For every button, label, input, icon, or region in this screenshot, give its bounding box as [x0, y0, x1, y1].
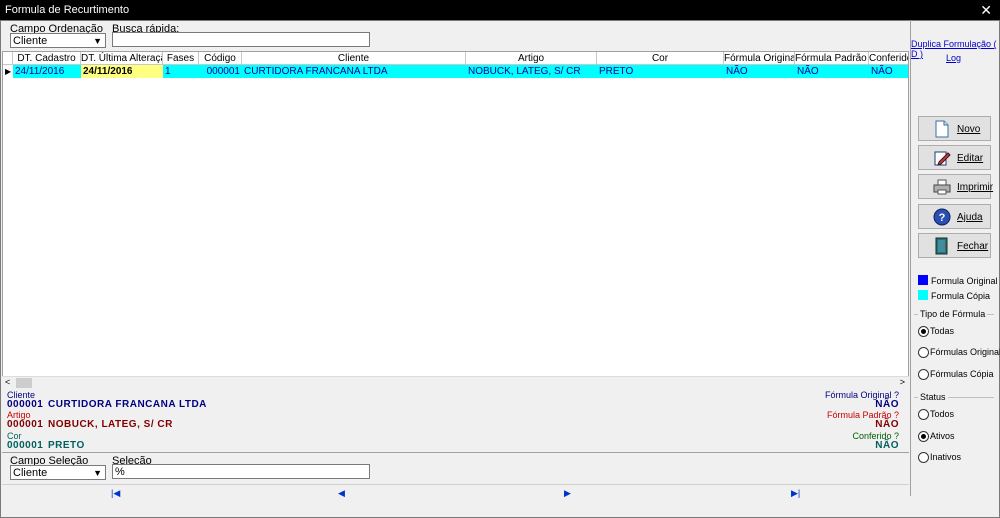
- detail-conferido-value: NÃO: [875, 440, 899, 451]
- svg-text:?: ?: [939, 212, 946, 224]
- log-link[interactable]: Log: [946, 53, 961, 63]
- order-field-select[interactable]: Cliente ▼: [10, 33, 106, 48]
- new-document-icon: [935, 120, 949, 138]
- detail-cliente-code: 000001: [7, 399, 44, 410]
- detail-formula-padrao-value: NÃO: [875, 419, 899, 430]
- ajuda-label: Ajuda: [957, 212, 983, 223]
- legend-swatch-copia: [918, 290, 928, 300]
- horizontal-scrollbar[interactable]: < >: [2, 376, 909, 389]
- novo-label: Novo: [957, 124, 981, 135]
- radio-tipo-todas-label: Todas: [930, 326, 955, 336]
- col-dt-cadastro[interactable]: DT. Cadastro: [13, 52, 81, 65]
- novo-button[interactable]: Novo: [918, 116, 991, 141]
- col-fases[interactable]: Fases: [163, 52, 199, 65]
- chevron-down-icon: ▼: [93, 468, 102, 478]
- detail-artigo-code: 000001: [7, 419, 44, 430]
- detail-cliente-name: CURTIDORA FRANCANA LTDA: [48, 399, 207, 410]
- radio-status-ativos-label: Ativos: [930, 431, 955, 441]
- prev-record-icon[interactable]: ◀: [338, 488, 345, 499]
- radio-status-todos-label: Todos: [930, 409, 955, 419]
- radio-status-inativos[interactable]: Inativos: [918, 451, 994, 463]
- radio-status-todos[interactable]: Todos: [918, 408, 994, 420]
- imprimir-button[interactable]: Imprimir: [918, 174, 994, 199]
- edit-icon: [934, 151, 951, 166]
- scroll-left-icon[interactable]: <: [5, 377, 10, 387]
- cell-fases[interactable]: 1: [163, 65, 199, 78]
- radio-icon: [918, 409, 929, 420]
- last-record-icon[interactable]: ▶|: [791, 488, 800, 499]
- detail-artigo-name: NOBUCK, LATEG, S/ CR: [48, 419, 173, 430]
- scroll-right-icon[interactable]: >: [900, 377, 905, 387]
- first-record-icon[interactable]: |◀: [111, 488, 120, 499]
- chevron-down-icon: ▼: [93, 36, 102, 46]
- radio-status-inativos-label: Inativos: [930, 452, 962, 462]
- close-icon[interactable]: ✕: [980, 2, 992, 19]
- cell-formula-original[interactable]: NÃO: [724, 65, 795, 78]
- editar-button[interactable]: Editar: [918, 145, 991, 170]
- help-icon: ?: [933, 208, 951, 226]
- radio-icon: [918, 347, 929, 358]
- col-formula-original[interactable]: Fórmula Original ?: [724, 52, 795, 65]
- fechar-label: Fechar: [957, 241, 989, 252]
- row-pointer-icon: ▶: [5, 67, 12, 76]
- col-dt-ultima[interactable]: DT. Última Alteração: [81, 52, 163, 65]
- selection-input[interactable]: %: [112, 464, 370, 479]
- col-codigo[interactable]: Código: [199, 52, 242, 65]
- col-formula-padrao[interactable]: Fórmula Padrão ?: [795, 52, 869, 65]
- legend-label-copia: Formula Cópia: [931, 291, 991, 301]
- ajuda-button[interactable]: ? Ajuda: [918, 204, 991, 229]
- detail-panel: Cliente 000001 CURTIDORA FRANCANA LTDA A…: [2, 390, 909, 453]
- record-navigator: |◀ ◀ ▶ ▶|: [2, 484, 909, 501]
- cell-cor[interactable]: PRETO: [597, 65, 724, 78]
- col-artigo[interactable]: Artigo: [466, 52, 597, 65]
- window-title: Formula de Recurtimento: [5, 4, 130, 16]
- radio-tipo-todas[interactable]: Todas: [918, 325, 994, 337]
- printer-icon: [933, 179, 951, 195]
- imprimir-label: Imprimir: [957, 182, 994, 193]
- legend-swatch-original: [918, 275, 928, 285]
- editar-label: Editar: [957, 153, 984, 164]
- radio-tipo-original-label: Fórmulas Original: [930, 347, 1000, 357]
- legend-label-original: Formula Original: [931, 276, 998, 286]
- title-bar: Formula de Recurtimento ✕: [0, 0, 1000, 20]
- detail-formula-original-value: NÃO: [875, 399, 899, 410]
- radio-icon: [918, 431, 929, 442]
- cell-dt-ultima[interactable]: 24/11/2016: [81, 65, 163, 78]
- selection-field-select[interactable]: Cliente ▼: [10, 465, 106, 480]
- col-cliente[interactable]: Cliente: [242, 52, 466, 65]
- tipo-formula-title: Tipo de Fórmula: [918, 309, 988, 319]
- cell-codigo[interactable]: 000001: [199, 65, 242, 78]
- next-record-icon[interactable]: ▶: [564, 488, 571, 499]
- order-field-value: Cliente: [13, 35, 48, 47]
- cell-artigo[interactable]: NOBUCK, LATEG, S/ CR: [466, 65, 597, 78]
- status-title: Status: [918, 392, 948, 402]
- cell-dt-cadastro[interactable]: 24/11/2016: [13, 65, 81, 78]
- scroll-thumb[interactable]: [16, 378, 32, 388]
- col-cor[interactable]: Cor: [597, 52, 724, 65]
- formula-grid: DT. Cadastro DT. Última Alteração Fases …: [2, 51, 909, 389]
- cell-formula-padrao[interactable]: NÃO: [795, 65, 869, 78]
- grid-corner: [3, 52, 13, 65]
- col-conferido[interactable]: Conferido ?: [869, 52, 908, 65]
- radio-icon: [918, 452, 929, 463]
- fechar-button[interactable]: Fechar: [918, 233, 991, 258]
- cell-conferido[interactable]: NÃO: [869, 65, 908, 78]
- detail-cor-name: PRETO: [48, 440, 85, 451]
- cell-cliente[interactable]: CURTIDORA FRANCANA LTDA: [242, 65, 466, 78]
- radio-icon: [918, 326, 929, 337]
- radio-status-ativos[interactable]: Ativos: [918, 430, 994, 442]
- radio-tipo-original[interactable]: Fórmulas Original: [918, 346, 1000, 358]
- detail-cor-code: 000001: [7, 440, 44, 451]
- radio-tipo-copia-label: Fórmulas Cópia: [930, 369, 994, 379]
- selection-field-value: Cliente: [13, 467, 48, 479]
- radio-tipo-copia[interactable]: Fórmulas Cópia: [918, 368, 994, 380]
- quick-search-input[interactable]: [112, 32, 370, 47]
- exit-door-icon: [935, 237, 948, 255]
- radio-icon: [918, 369, 929, 380]
